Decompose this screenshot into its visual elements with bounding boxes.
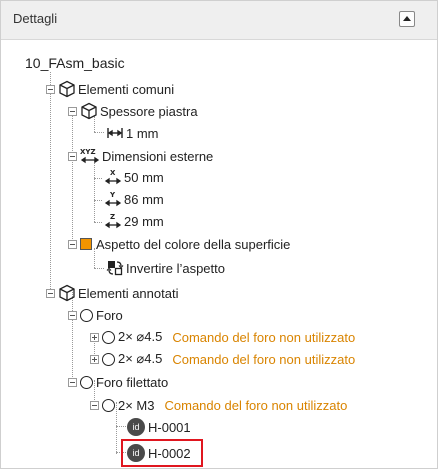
id-badge-icon: id: [127, 418, 145, 436]
tree-leaf-label: 29 mm: [124, 213, 164, 229]
collapse-toggle[interactable]: [68, 239, 77, 249]
hole-circle-icon: [102, 330, 115, 344]
tree-leaf-dim-z[interactable]: Z 29 mm: [104, 211, 164, 231]
tree-leaf-thickness-value[interactable]: 1 mm: [106, 123, 159, 143]
threaded-warning-text: Comando del foro non utilizzato: [164, 397, 348, 413]
tree-node-spessore-piastra[interactable]: Spessore piastra: [68, 101, 198, 121]
hole-item-text: 2× ⌀4.5: [118, 329, 163, 344]
tree-node-threaded-item[interactable]: 2× M3 Comando del foro non utilizzato: [90, 395, 347, 415]
swap-appearance-icon: [106, 259, 124, 277]
color-swatch-icon: [80, 238, 92, 250]
tree-node-label: Dimensioni esterne: [102, 148, 214, 164]
tree-node-label: Elementi annotati: [78, 285, 179, 301]
selection-highlight-box: [121, 439, 203, 467]
hole-circle-icon: [80, 308, 93, 322]
tree-node-aspetto-colore[interactable]: Aspetto del colore della superficie: [68, 234, 290, 254]
collapse-toggle[interactable]: [90, 400, 99, 410]
cube-icon: [58, 80, 76, 98]
tree-node-foro-filettato[interactable]: Foro filettato: [68, 372, 168, 392]
tree-node-label: Aspetto del colore della superficie: [96, 236, 291, 252]
collapse-toggle[interactable]: [46, 84, 55, 94]
collapse-toggle[interactable]: [68, 151, 77, 161]
hole-item-text: 2× ⌀4.5: [118, 351, 163, 366]
tree-node-label: Foro filettato: [96, 374, 169, 390]
tree-node-label: Foro: [96, 307, 123, 323]
hole-circle-icon: [102, 352, 115, 366]
tree-node-elementi-annotati[interactable]: Elementi annotati: [46, 283, 178, 303]
details-tree: 10_FAsm_basic Elementi comuni Spessore p…: [1, 39, 437, 468]
tree-node-hole-item-1[interactable]: 2× ⌀4.5 Comando del foro non utilizzato: [90, 327, 355, 347]
tree-leaf-label: Invertire l’aspetto: [126, 260, 225, 276]
details-panel: Dettagli 10_FAsm_basic Elementi comuni S…: [0, 0, 438, 469]
collapse-toggle[interactable]: [68, 310, 77, 320]
cube-icon: [80, 102, 98, 120]
tree-leaf-dim-x[interactable]: X 50 mm: [104, 167, 164, 187]
collapse-toggle[interactable]: [68, 377, 77, 387]
threaded-item-text: 2× M3: [118, 397, 155, 413]
cube-icon: [58, 284, 76, 302]
hole-circle-icon: [102, 398, 115, 412]
tree-leaf-label: 1 mm: [126, 125, 159, 141]
tree-node-label: Elementi comuni: [78, 81, 175, 97]
panel-title: Dettagli: [13, 11, 58, 26]
tree-node-dimensioni-esterne[interactable]: XYZ Dimensioni esterne: [68, 146, 213, 166]
tree-node-label: Spessore piastra: [100, 103, 198, 119]
tree-node-hole-item-2[interactable]: 2× ⌀4.5 Comando del foro non utilizzato: [90, 349, 355, 369]
tree-leaf-label: H-0001: [148, 419, 191, 435]
x-dimension-icon: X: [104, 168, 122, 186]
y-dimension-icon: Y: [104, 190, 122, 208]
svg-text:Y: Y: [109, 191, 116, 199]
tree-root[interactable]: 10_FAsm_basic: [25, 53, 125, 73]
collapse-toggle[interactable]: [68, 106, 77, 116]
svg-text:XYZ: XYZ: [80, 148, 96, 156]
tree-leaf-id-h-0001[interactable]: id H-0001: [127, 417, 191, 437]
hole-warning-text: Comando del foro non utilizzato: [172, 329, 356, 345]
tree-root-label: 10_FAsm_basic: [25, 55, 125, 71]
z-dimension-icon: Z: [104, 212, 122, 230]
xyz-dimensions-icon: XYZ: [80, 147, 100, 165]
tree-leaf-label: 50 mm: [124, 169, 164, 185]
hole-circle-icon: [80, 375, 93, 389]
thickness-icon: [106, 126, 124, 140]
hole-warning-text: Comando del foro non utilizzato: [172, 351, 356, 367]
panel-header: Dettagli: [1, 1, 437, 40]
tree-leaf-dim-y[interactable]: Y 86 mm: [104, 189, 164, 209]
tree-leaf-label: 86 mm: [124, 191, 164, 207]
collapse-button[interactable]: [399, 11, 415, 27]
tree-leaf-invert-appearance[interactable]: Invertire l’aspetto: [106, 258, 225, 278]
tree-node-foro[interactable]: Foro: [68, 305, 123, 325]
expand-toggle[interactable]: [90, 354, 99, 364]
expand-toggle[interactable]: [90, 332, 99, 342]
tree-node-elementi-comuni[interactable]: Elementi comuni: [46, 79, 174, 99]
svg-text:Z: Z: [110, 213, 115, 221]
svg-text:X: X: [110, 169, 116, 177]
collapse-toggle[interactable]: [46, 288, 55, 298]
